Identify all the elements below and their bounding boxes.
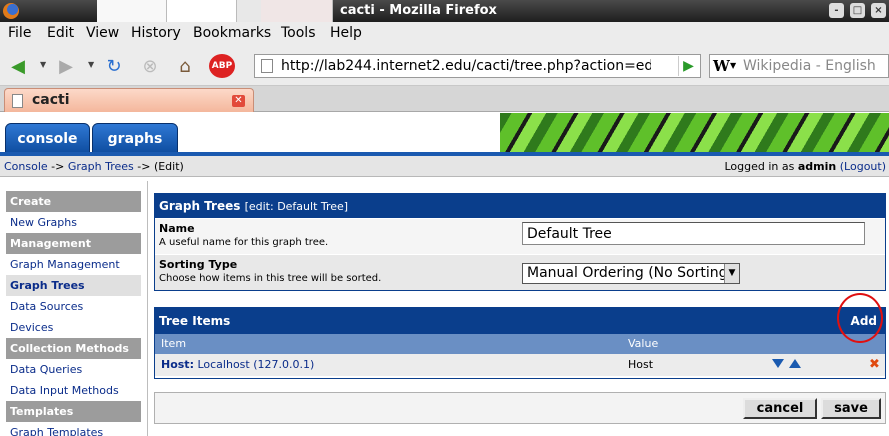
menu-bookmarks[interactable]: Bookmarks bbox=[193, 25, 271, 41]
breadcrumb-graph-trees[interactable]: Graph Trees bbox=[68, 160, 134, 173]
menu-tools[interactable]: Tools bbox=[281, 25, 316, 41]
form-header: Graph Trees [edit: Default Tree] bbox=[155, 194, 885, 218]
graph-tree-form: Graph Trees [edit: Default Tree] Name A … bbox=[154, 193, 886, 291]
sidebar-divider bbox=[147, 181, 148, 436]
maximize-button[interactable]: □ bbox=[850, 3, 865, 18]
sorting-type-description: Choose how items in this tree will be so… bbox=[159, 273, 382, 284]
menu-edit[interactable]: Edit bbox=[47, 25, 74, 41]
go-arrow-icon[interactable]: ▶ bbox=[678, 56, 698, 76]
tab-label: cacti bbox=[32, 92, 70, 108]
table-row: Host: Localhost (127.0.0.1) Host ✖ bbox=[155, 354, 885, 376]
sidebar-item-graph-trees[interactable]: Graph Trees bbox=[6, 275, 141, 296]
sidebar-item-data-sources[interactable]: Data Sources bbox=[6, 296, 141, 317]
move-up-icon[interactable] bbox=[789, 359, 801, 368]
sorting-type-value: Manual Ordering (No Sorting) bbox=[527, 265, 733, 281]
breadcrumb-bar: Console -> Graph Trees -> (Edit) Logged … bbox=[0, 156, 889, 177]
navigation-toolbar: ◀ ▼ ▶ ▼ ↻ ⊗ ⌂ ABP http://lab244.internet… bbox=[0, 46, 889, 86]
search-input[interactable]: Wikipedia - English bbox=[743, 58, 876, 74]
sorting-type-select[interactable]: Manual Ordering (No Sorting) ▼ bbox=[522, 263, 740, 284]
tab-strip: cacti ✕ bbox=[0, 86, 889, 112]
sidebar-header-collection-methods: Collection Methods bbox=[6, 338, 141, 359]
tree-item-link[interactable]: Host: Localhost (127.0.0.1) bbox=[161, 354, 314, 376]
name-row: Name A useful name for this graph tree. bbox=[155, 218, 885, 254]
column-header-item: Item bbox=[161, 337, 187, 350]
sidebar-header-templates: Templates bbox=[6, 401, 141, 422]
page-icon bbox=[261, 59, 273, 73]
stop-icon[interactable]: ⊗ bbox=[138, 54, 162, 78]
sidebar: Create New Graphs Management Graph Manag… bbox=[6, 191, 141, 436]
sidebar-item-graph-management[interactable]: Graph Management bbox=[6, 254, 141, 275]
sidebar-header-management: Management bbox=[6, 233, 141, 254]
save-button[interactable]: save bbox=[821, 398, 881, 419]
cancel-button[interactable]: cancel bbox=[743, 398, 817, 419]
login-status: Logged in as admin (Logout) bbox=[725, 160, 887, 173]
menu-file[interactable]: File bbox=[8, 25, 31, 41]
back-history-dropdown-icon[interactable]: ▼ bbox=[40, 60, 46, 69]
tree-items-title: Tree Items bbox=[159, 314, 231, 328]
page-icon bbox=[12, 94, 23, 108]
forward-arrow-icon[interactable]: ▶ bbox=[54, 54, 78, 78]
logged-in-label: Logged in as bbox=[724, 160, 795, 173]
sidebar-item-graph-templates[interactable]: Graph Templates bbox=[6, 422, 141, 436]
search-bar[interactable]: W ▼ Wikipedia - English bbox=[709, 54, 889, 78]
tree-items-column-headers: Item Value bbox=[155, 334, 885, 354]
close-window-button[interactable]: × bbox=[871, 3, 886, 18]
sidebar-item-data-input-methods[interactable]: Data Input Methods bbox=[6, 380, 141, 401]
form-subtitle: [edit: Default Tree] bbox=[244, 200, 349, 213]
highlight-annotation-circle bbox=[837, 293, 883, 343]
sidebar-item-data-queries[interactable]: Data Queries bbox=[6, 359, 141, 380]
cacti-header: console graphs bbox=[0, 113, 889, 156]
breadcrumb: Console -> Graph Trees -> (Edit) bbox=[4, 160, 184, 173]
cacti-logo-art bbox=[500, 113, 889, 156]
tree-item-name: Localhost (127.0.0.1) bbox=[197, 358, 315, 371]
menu-bar: File Edit View History Bookmarks Tools H… bbox=[0, 22, 889, 46]
chevron-down-icon[interactable]: ▼ bbox=[724, 264, 739, 283]
breadcrumb-separator: -> bbox=[137, 160, 151, 173]
menu-view[interactable]: View bbox=[86, 25, 119, 41]
menu-history[interactable]: History bbox=[131, 25, 181, 41]
window-titlebar: cacti - Mozilla Firefox - □ × bbox=[0, 0, 889, 22]
close-tab-icon[interactable]: ✕ bbox=[232, 95, 245, 107]
username: admin bbox=[797, 160, 837, 173]
adblock-icon[interactable]: ABP bbox=[209, 54, 235, 78]
window-title: cacti - Mozilla Firefox bbox=[340, 3, 497, 18]
tree-items-header: Tree Items Add bbox=[155, 308, 885, 334]
tab-cacti[interactable]: cacti ✕ bbox=[4, 88, 254, 112]
address-bar[interactable]: http://lab244.internet2.edu/cacti/tree.p… bbox=[254, 54, 701, 78]
form-actions: cancel save bbox=[154, 392, 886, 424]
reload-icon[interactable]: ↻ bbox=[102, 54, 126, 78]
back-arrow-icon[interactable]: ◀ bbox=[6, 54, 30, 78]
sidebar-item-devices[interactable]: Devices bbox=[6, 317, 141, 338]
wikipedia-icon[interactable]: W bbox=[713, 57, 730, 75]
sidebar-item-new-graphs[interactable]: New Graphs bbox=[6, 212, 141, 233]
move-down-icon[interactable] bbox=[772, 359, 784, 368]
sorting-type-label: Sorting Type bbox=[159, 258, 238, 271]
logout-link[interactable]: (Logout) bbox=[840, 160, 886, 173]
search-engine-dropdown-icon[interactable]: ▼ bbox=[730, 61, 736, 70]
form-title: Graph Trees bbox=[159, 199, 241, 213]
tree-item-value: Host bbox=[628, 358, 654, 371]
sorting-type-row: Sorting Type Choose how items in this tr… bbox=[155, 254, 885, 290]
name-field[interactable] bbox=[522, 222, 865, 245]
tree-items-panel: Tree Items Add Item Value Host: Localhos… bbox=[154, 307, 886, 379]
forward-history-dropdown-icon[interactable]: ▼ bbox=[88, 60, 94, 69]
taskbar-thumbnails bbox=[97, 0, 333, 22]
url-input[interactable]: http://lab244.internet2.edu/cacti/tree.p… bbox=[281, 58, 651, 74]
breadcrumb-current: (Edit) bbox=[153, 160, 184, 173]
home-icon[interactable]: ⌂ bbox=[173, 54, 197, 78]
breadcrumb-separator: -> bbox=[51, 160, 65, 173]
firefox-icon bbox=[3, 3, 19, 19]
minimize-button[interactable]: - bbox=[829, 3, 844, 18]
column-header-value: Value bbox=[628, 337, 659, 350]
name-description: A useful name for this graph tree. bbox=[159, 237, 329, 248]
menu-help[interactable]: Help bbox=[330, 25, 362, 41]
tree-item-type: Host: bbox=[161, 358, 194, 371]
breadcrumb-console[interactable]: Console bbox=[4, 160, 48, 173]
name-label: Name bbox=[159, 222, 195, 235]
delete-icon[interactable]: ✖ bbox=[869, 354, 880, 376]
sidebar-header-create: Create bbox=[6, 191, 141, 212]
